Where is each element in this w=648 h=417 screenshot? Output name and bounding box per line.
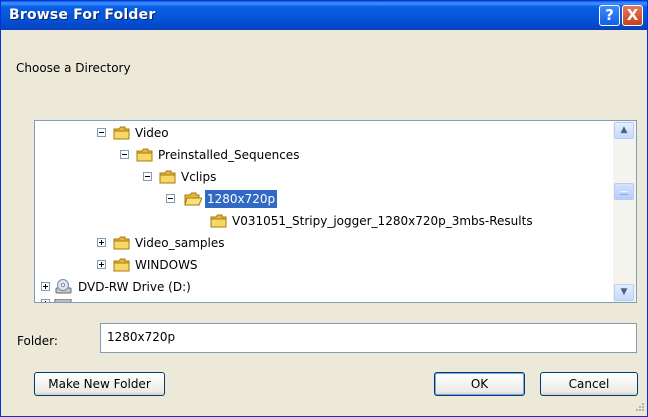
tree-item-label: Vclips xyxy=(181,170,217,184)
tree-item-windows[interactable]: WINDOWS xyxy=(35,255,613,275)
drive-icon xyxy=(54,299,72,302)
title-bar[interactable]: Browse For Folder ? X xyxy=(1,1,647,30)
expand-icon[interactable] xyxy=(97,238,106,247)
prompt-label: Choose a Directory xyxy=(16,61,131,75)
scroll-down-button[interactable]: ▼ xyxy=(614,284,634,301)
tree-item-preinstalled-sequences[interactable]: Preinstalled_Sequences xyxy=(35,145,613,165)
tree-item-vclips[interactable]: Vclips xyxy=(35,167,613,187)
make-new-folder-button[interactable]: Make New Folder xyxy=(34,372,165,396)
collapse-icon[interactable] xyxy=(166,194,175,203)
expand-icon xyxy=(41,299,50,302)
folder-icon xyxy=(113,126,130,140)
tree-item-dvd-rw-drive[interactable]: DVD-RW Drive (D:) xyxy=(35,277,613,297)
folder-tree-list: Video Preinstalled_Sequences Vclips 1280… xyxy=(35,121,613,302)
folder-icon xyxy=(210,214,227,228)
tree-item-label: Preinstalled_Sequences xyxy=(158,148,300,162)
resize-grip-icon[interactable] xyxy=(633,402,645,414)
cancel-button[interactable]: Cancel xyxy=(540,372,638,396)
browse-folder-dialog: Browse For Folder ? X Choose a Directory… xyxy=(0,0,648,417)
scroll-thumb[interactable] xyxy=(614,183,634,200)
tree-item-results[interactable]: V031051_Stripy_jogger_1280x720p_3mbs-Res… xyxy=(35,211,613,231)
tree-item-partial xyxy=(35,299,613,302)
folder-icon xyxy=(113,236,130,250)
tree-item-video[interactable]: Video xyxy=(35,123,613,143)
tree-item-label: Video_samples xyxy=(135,236,225,250)
open-folder-icon xyxy=(184,192,202,206)
folder-icon xyxy=(136,148,153,162)
collapse-icon[interactable] xyxy=(143,172,152,181)
vertical-scrollbar[interactable]: ▲ ▼ xyxy=(613,121,636,302)
tree-item-label-selected: 1280x720p xyxy=(205,190,278,208)
tree-item-label: WINDOWS xyxy=(135,258,198,272)
expand-icon[interactable] xyxy=(41,282,50,291)
tree-item-label: V031051_Stripy_jogger_1280x720p_3mbs-Res… xyxy=(232,214,533,228)
tree-item-label: Video xyxy=(135,126,169,140)
help-button[interactable]: ? xyxy=(599,5,620,26)
tree-item-label: DVD-RW Drive (D:) xyxy=(78,280,191,294)
tree-item-video-samples[interactable]: Video_samples xyxy=(35,233,613,253)
collapse-icon[interactable] xyxy=(120,150,129,159)
scroll-up-button[interactable]: ▲ xyxy=(614,122,634,139)
folder-icon xyxy=(159,170,176,184)
folder-tree[interactable]: Video Preinstalled_Sequences Vclips 1280… xyxy=(34,120,637,303)
ok-button[interactable]: OK xyxy=(434,372,525,396)
folder-field-label: Folder: xyxy=(17,334,58,348)
window-title: Browse For Folder xyxy=(9,7,156,23)
close-button[interactable]: X xyxy=(622,5,643,26)
folder-input[interactable]: 1280x720p xyxy=(100,323,637,353)
collapse-icon[interactable] xyxy=(97,128,106,137)
expand-icon[interactable] xyxy=(97,260,106,269)
tree-item-1280x720p[interactable]: 1280x720p xyxy=(35,189,613,209)
dvd-drive-icon xyxy=(55,279,72,294)
folder-icon xyxy=(113,258,130,272)
